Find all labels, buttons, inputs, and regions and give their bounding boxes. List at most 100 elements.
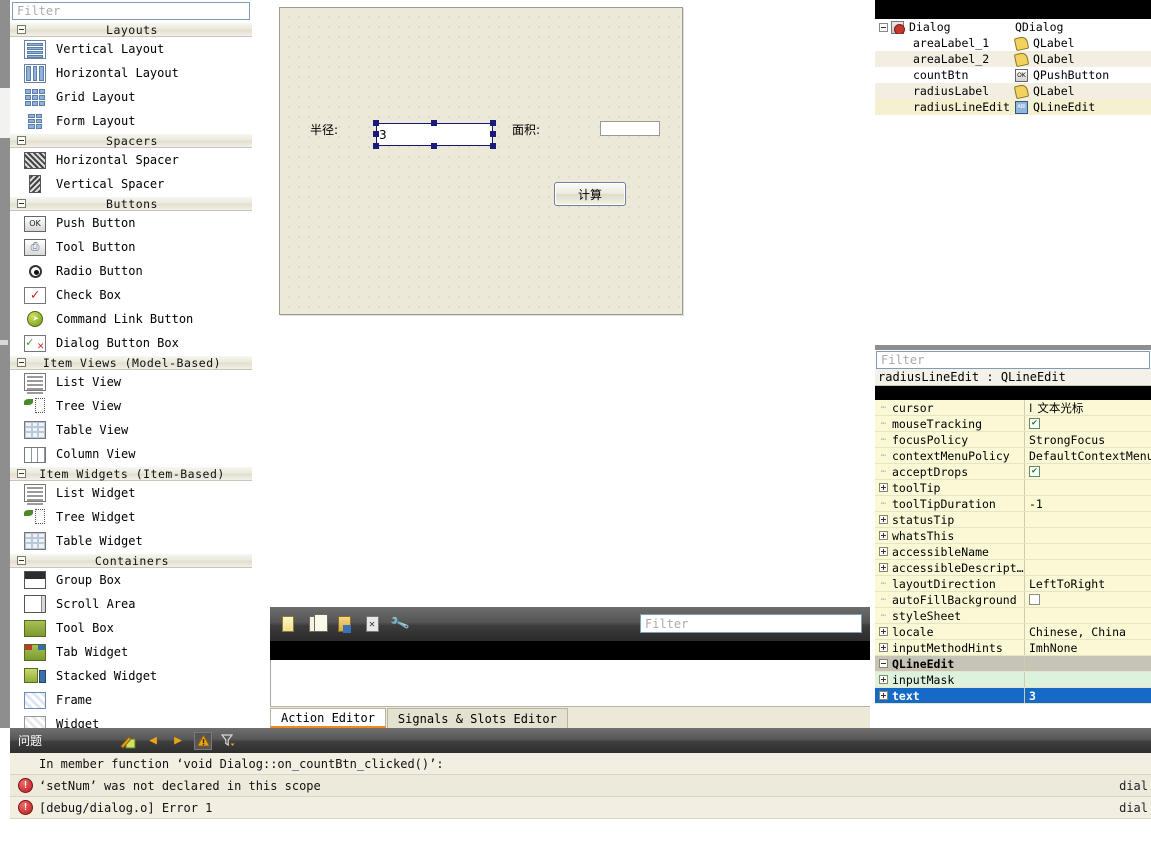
collapse-expander-icon[interactable] (17, 136, 26, 145)
previous-item-icon[interactable]: ◀ (144, 732, 162, 750)
expand-icon[interactable] (879, 563, 888, 572)
property-row[interactable]: QLineEdit (875, 656, 1151, 672)
collapse-expander-icon[interactable] (879, 22, 888, 32)
widget-box-filter-input[interactable]: Filter (12, 2, 250, 20)
collapse-expander-icon[interactable] (17, 556, 26, 565)
property-row[interactable]: ⋯ layoutDirection LeftToRight (875, 576, 1151, 592)
object-inspector-row[interactable]: radiusLineEdit ABI QLineEdit (875, 99, 1151, 115)
widget-box-item-grid-layout[interactable]: Grid Layout (10, 85, 252, 109)
widget-box-item-dialog-button-box[interactable]: Dialog Button Box (10, 331, 252, 355)
object-inspector-row[interactable]: Dialog QDialog (875, 19, 1151, 35)
resize-handle-middle-left[interactable] (373, 131, 379, 137)
action-editor-list[interactable] (270, 660, 870, 706)
widget-box-item-tree-view[interactable]: Tree View (10, 394, 252, 418)
property-row[interactable]: ⋯ styleSheet (875, 608, 1151, 624)
property-row[interactable]: inputMethodHints ImhNone (875, 640, 1151, 656)
checkbox-checked-icon[interactable]: ✔ (1029, 418, 1040, 429)
object-inspector-row[interactable]: areaLabel_1 QLabel (875, 35, 1151, 51)
collapse-icon[interactable] (879, 659, 888, 668)
property-value-cell[interactable]: ✔ (1025, 464, 1151, 479)
widget-box-item-list-widget[interactable]: List Widget (10, 481, 252, 505)
property-value-cell[interactable]: I 文本光标 (1025, 400, 1151, 415)
widget-box-item-horizontal-layout[interactable]: Horizontal Layout (10, 61, 252, 85)
widget-box-scroll[interactable]: Layouts Vertical Layout Horizontal Layout G… (10, 22, 252, 728)
property-value-cell[interactable]: ImhNone (1025, 640, 1151, 655)
warning-filter-icon[interactable] (194, 731, 213, 750)
property-row[interactable]: whatsThis (875, 528, 1151, 544)
delete-page-icon[interactable]: ✕ (362, 614, 382, 634)
widget-box-group-header[interactable]: Item Views (Model-Based) (10, 355, 252, 370)
widget-box-group-header[interactable]: Buttons (10, 196, 252, 211)
property-row[interactable]: accessibleDescript… (875, 560, 1151, 576)
form-canvas-area[interactable]: 半径: 3 面积: 计算 (252, 0, 870, 605)
widget-box-group-header[interactable]: Layouts (10, 22, 252, 37)
widget-box-item-tab-widget[interactable]: Tab Widget (10, 640, 252, 664)
property-row[interactable]: ⋯ mouseTracking ✔ (875, 416, 1151, 432)
widget-box-item-command-link-button[interactable]: ➤ Command Link Button (10, 307, 252, 331)
issues-list[interactable]: In member function ‘void Dialog::on_coun… (10, 753, 1151, 819)
object-inspector-row[interactable]: radiusLabel QLabel (875, 83, 1151, 99)
property-value-cell[interactable] (1025, 512, 1151, 527)
property-value-cell[interactable]: LeftToRight (1025, 576, 1151, 591)
property-value-cell[interactable] (1025, 656, 1151, 671)
widget-box-item-check-box[interactable]: ✓ Check Box (10, 283, 252, 307)
expand-icon[interactable] (879, 691, 888, 700)
property-value-cell[interactable] (1025, 528, 1151, 543)
widget-box-item-list-view[interactable]: List View (10, 370, 252, 394)
property-value-cell[interactable] (1025, 608, 1151, 623)
issue-row[interactable]: In member function ‘void Dialog::on_coun… (10, 753, 1151, 775)
property-value-cell[interactable]: -1 (1025, 496, 1151, 511)
property-row[interactable]: locale Chinese, China (875, 624, 1151, 640)
resize-handle-middle-right[interactable] (490, 131, 496, 137)
widget-box-item-tree-widget[interactable]: Tree Widget (10, 505, 252, 529)
property-value-cell[interactable] (1025, 592, 1151, 607)
collapse-expander-icon[interactable] (17, 199, 26, 208)
widget-box-item-frame[interactable]: Frame (10, 688, 252, 712)
widget-box-item-stacked-widget[interactable]: Stacked Widget (10, 664, 252, 688)
resize-handle-top-left[interactable] (373, 120, 379, 126)
property-editor-rows[interactable]: ⋯ cursor I 文本光标 ⋯ mouseTracking ✔ ⋯ focusPolicy S… (875, 400, 1151, 704)
build-issues-icon[interactable] (119, 732, 137, 750)
resize-handle-bottom-center[interactable] (431, 143, 437, 149)
widget-box-group-header[interactable]: Spacers (10, 133, 252, 148)
copy-page-icon[interactable] (306, 614, 328, 634)
property-value-cell[interactable] (1025, 544, 1151, 559)
property-row[interactable]: toolTip (875, 480, 1151, 496)
object-inspector-row[interactable]: countBtn OK QPushButton (875, 67, 1151, 83)
property-value-cell[interactable] (1025, 672, 1151, 687)
property-row[interactable]: ⋯ cursor I 文本光标 (875, 400, 1151, 416)
issue-row[interactable]: ! [debug/dialog.o] Error 1 dial (10, 797, 1151, 819)
configure-icon[interactable]: 🔧 (387, 611, 413, 637)
collapse-expander-icon[interactable] (17, 469, 26, 478)
resize-handle-top-right[interactable] (490, 120, 496, 126)
widget-box-item-widget[interactable]: Widget (10, 712, 252, 728)
expand-icon[interactable] (879, 547, 888, 556)
tab-signals-slots-editor[interactable]: Signals & Slots Editor (386, 708, 568, 728)
checkbox-checked-icon[interactable]: ✔ (1029, 466, 1040, 477)
edit-page-icon[interactable] (334, 614, 354, 634)
property-editor-filter-input[interactable]: Filter (876, 351, 1150, 369)
resize-handle-bottom-right[interactable] (490, 143, 496, 149)
expand-icon[interactable] (879, 531, 888, 540)
widget-box-item-form-layout[interactable]: Form Layout (10, 109, 252, 133)
widget-box-item-scroll-area[interactable]: Scroll Area (10, 592, 252, 616)
property-row[interactable]: ⋯ toolTipDuration -1 (875, 496, 1151, 512)
property-row[interactable]: statusTip (875, 512, 1151, 528)
resize-handle-bottom-left[interactable] (373, 143, 379, 149)
property-value-cell[interactable] (1025, 560, 1151, 575)
property-value-cell[interactable]: ✔ (1025, 416, 1151, 431)
collapse-expander-icon[interactable] (17, 25, 26, 34)
issue-row[interactable]: ! ‘setNum’ was not declared in this scope… (10, 775, 1151, 797)
widget-box-item-vertical-spacer[interactable]: Vertical Spacer (10, 172, 252, 196)
widget-box-item-radio-button[interactable]: Radio Button (10, 259, 252, 283)
property-row[interactable]: ⋯ focusPolicy StrongFocus (875, 432, 1151, 448)
expand-icon[interactable] (879, 515, 888, 524)
widget-box-item-vertical-layout[interactable]: Vertical Layout (10, 37, 252, 61)
property-row[interactable]: ⋯ acceptDrops ✔ (875, 464, 1151, 480)
form-area-line-edit[interactable] (600, 121, 660, 136)
form-count-button[interactable]: 计算 (554, 182, 626, 206)
form-area-label[interactable]: 面积: (512, 121, 540, 138)
next-item-icon[interactable]: ▶ (169, 732, 187, 750)
filter-icon[interactable] (219, 732, 237, 750)
form-preview-window[interactable]: 半径: 3 面积: 计算 (279, 7, 683, 315)
